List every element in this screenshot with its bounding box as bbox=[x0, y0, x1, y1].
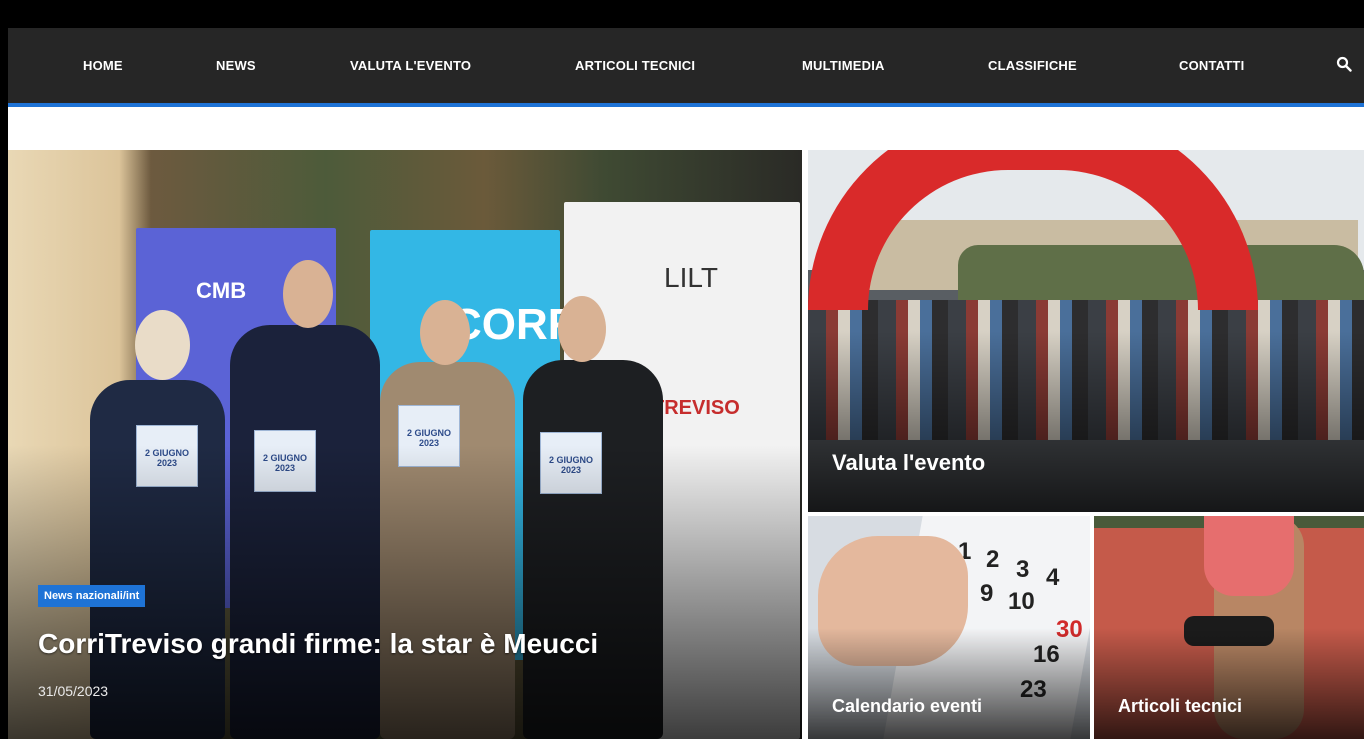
event-photo-start-arch bbox=[808, 150, 1258, 310]
banner-treviso-text: TREVISO bbox=[652, 397, 740, 419]
featured-article[interactable]: CMB CORRI LILT TREVISO 2 GIUGNO 2023 2 G… bbox=[8, 150, 802, 739]
category-badge[interactable]: News nazionali/int bbox=[38, 585, 146, 607]
tile-calendario-eventi[interactable]: 1 2 3 4 8 9 10 16 23 30 Calendario event… bbox=[808, 516, 1090, 739]
event-gradient bbox=[808, 331, 1364, 512]
banner-cmb-text: CMB bbox=[196, 278, 247, 303]
banner-lilt-text: LILT bbox=[664, 262, 718, 293]
person-4-head bbox=[558, 296, 606, 362]
calendar-number: 2 bbox=[986, 546, 1000, 573]
search-button[interactable] bbox=[1336, 56, 1356, 76]
calendar-number: 9 bbox=[980, 580, 994, 607]
content-area: CMB CORRI LILT TREVISO 2 GIUGNO 2023 2 G… bbox=[8, 107, 1364, 739]
nav-item-articoli-tecnici[interactable]: ARTICOLI TECNICI bbox=[575, 28, 695, 103]
calendar-tile-title: Calendario eventi bbox=[832, 696, 983, 716]
tile-articoli-tecnici[interactable]: Articoli tecnici bbox=[1094, 516, 1364, 739]
top-black-bar bbox=[0, 0, 1364, 28]
calendar-number: 3 bbox=[1016, 556, 1030, 583]
articles-photo-shirt bbox=[1204, 516, 1294, 596]
nav-item-news[interactable]: NEWS bbox=[216, 28, 256, 103]
person-3-head bbox=[420, 300, 470, 365]
calendar-number: 4 bbox=[1046, 564, 1060, 591]
calendar-number: 10 bbox=[1008, 588, 1035, 615]
tile-valuta-evento[interactable]: Valuta l'evento bbox=[808, 150, 1364, 512]
articles-gradient bbox=[1094, 627, 1364, 739]
main-navigation: HOME NEWS VALUTA L'EVENTO ARTICOLI TECNI… bbox=[8, 28, 1364, 107]
nav-item-contatti[interactable]: CONTATTI bbox=[1179, 28, 1244, 103]
calendar-gradient bbox=[808, 627, 1090, 739]
nav-item-multimedia[interactable]: MULTIMEDIA bbox=[802, 28, 885, 103]
person-1-head bbox=[135, 310, 190, 380]
articles-tile-title: Articoli tecnici bbox=[1118, 696, 1243, 716]
nav-item-valuta-evento[interactable]: VALUTA L'EVENTO bbox=[350, 28, 471, 103]
person-2-head bbox=[283, 260, 333, 328]
nav-item-classifiche[interactable]: CLASSIFICHE bbox=[988, 28, 1077, 103]
search-icon bbox=[1336, 56, 1352, 72]
nav-item-home[interactable]: HOME bbox=[83, 28, 123, 103]
event-tile-title: Valuta l'evento bbox=[832, 450, 986, 475]
featured-date: 31/05/2023 bbox=[38, 683, 109, 699]
featured-title[interactable]: CorriTreviso grandi firme: la star è Meu… bbox=[38, 628, 598, 660]
